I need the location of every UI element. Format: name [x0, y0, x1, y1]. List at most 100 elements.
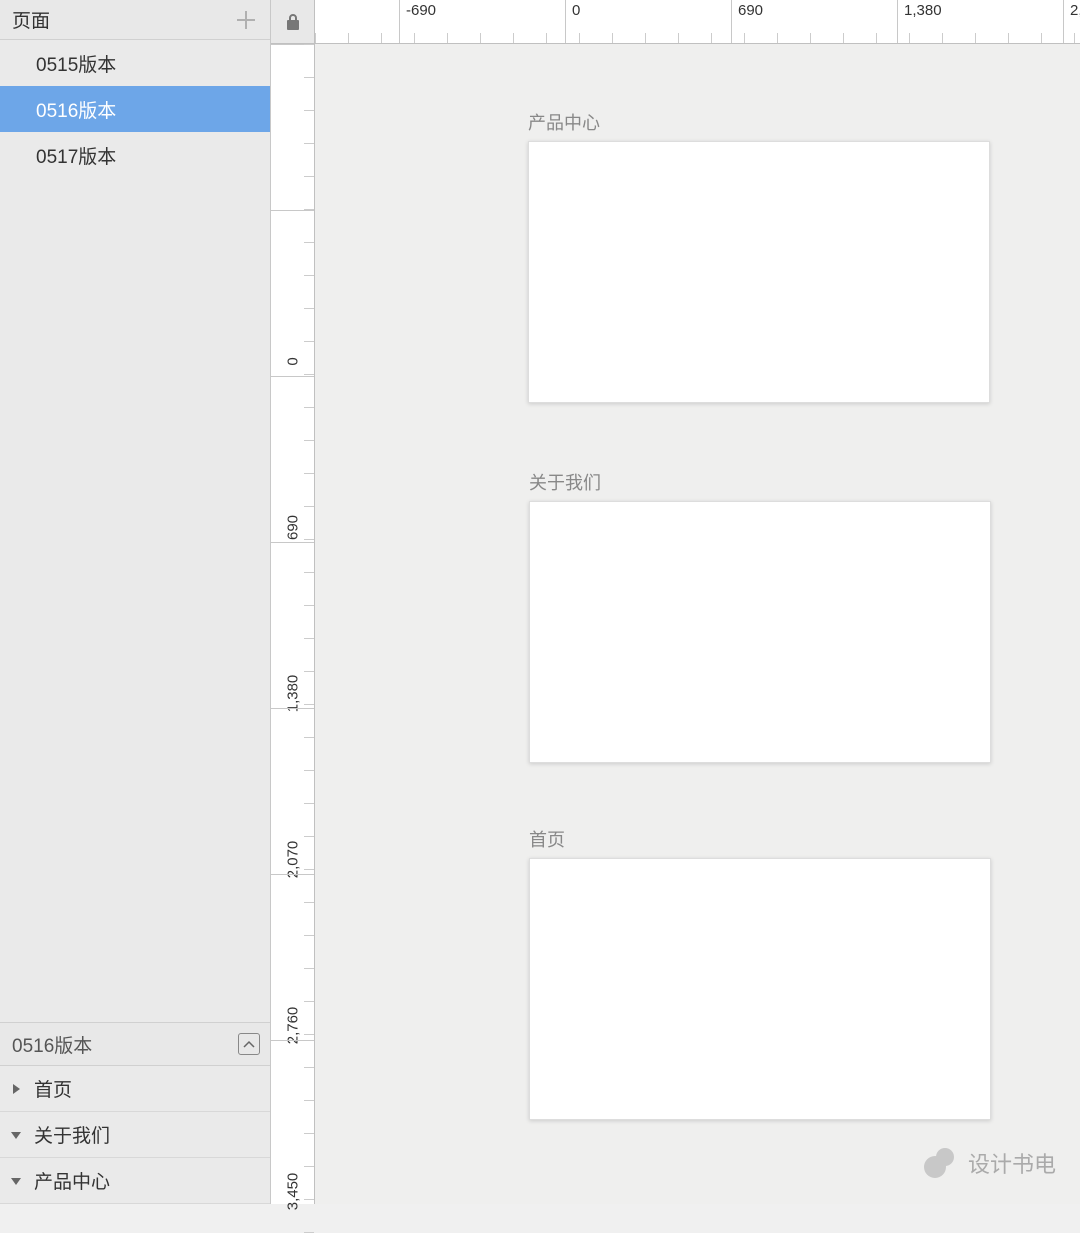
- ruler-v-minor: [304, 605, 314, 606]
- page-item-label: 0516版本: [36, 96, 116, 123]
- workspace: -69006901,3802, 06901,3802,0702,7603,450…: [271, 0, 1080, 1204]
- ruler-v-minor: [304, 704, 314, 705]
- ruler-v-minor: [304, 473, 314, 474]
- page-item-0515[interactable]: 0515版本: [0, 40, 270, 86]
- ruler-h-minor: [579, 33, 580, 43]
- ruler-v-minor: [304, 671, 314, 672]
- ruler-v-minor: [304, 836, 314, 837]
- ruler-v-minor: [304, 1001, 314, 1002]
- ruler-h-tick: -690: [399, 0, 436, 43]
- ruler-h-minor: [513, 33, 514, 43]
- layer-label: 首页: [34, 1075, 72, 1102]
- pages-panel-title: 页面: [10, 6, 50, 33]
- layers-panel-header: 0516版本: [0, 1022, 270, 1066]
- sidebar: 页面 0515版本 0516版本 0517版本 0516版本 首页 关于我们 产…: [0, 0, 271, 1204]
- ruler-v-minor: [304, 1100, 314, 1101]
- artboard-label[interactable]: 关于我们: [529, 469, 991, 495]
- overview-button[interactable]: [238, 1033, 260, 1055]
- ruler-v-minor: [304, 44, 314, 45]
- ruler-h-minor: [711, 33, 712, 43]
- ruler-h-minor: [381, 33, 382, 43]
- layer-row-home[interactable]: 首页: [0, 1066, 270, 1112]
- ruler-h-tick: 2,: [1063, 0, 1080, 43]
- ruler-h-minor: [942, 33, 943, 43]
- ruler-v-tick: 1,380: [271, 542, 314, 708]
- artboard[interactable]: [528, 141, 990, 403]
- ruler-corner[interactable]: [271, 0, 315, 44]
- ruler-h-minor: [744, 33, 745, 43]
- ruler-v-minor: [304, 869, 314, 870]
- ruler-v-minor: [304, 341, 314, 342]
- ruler-h-minor: [843, 33, 844, 43]
- ruler-v-minor: [304, 440, 314, 441]
- ruler-v-minor: [304, 374, 314, 375]
- ruler-h-minor: [480, 33, 481, 43]
- ruler-v-tick: 0: [271, 210, 314, 376]
- ruler-v-minor: [304, 572, 314, 573]
- layer-label: 产品中心: [34, 1167, 110, 1194]
- canvas[interactable]: 产品中心关于我们首页: [315, 44, 1080, 1204]
- page-item-0517[interactable]: 0517版本: [0, 132, 270, 178]
- artboard[interactable]: [529, 501, 991, 763]
- layer-label: 关于我们: [34, 1121, 110, 1148]
- ruler-v-minor: [304, 968, 314, 969]
- page-item-label: 0515版本: [36, 50, 116, 77]
- ruler-v-tick: 690: [271, 376, 314, 542]
- ruler-v-minor: [304, 1166, 314, 1167]
- ruler-h-minor: [1008, 33, 1009, 43]
- page-item-label: 0517版本: [36, 142, 116, 169]
- artboard-group[interactable]: 产品中心: [528, 109, 990, 403]
- ruler-h-minor: [315, 33, 316, 43]
- artboard-label[interactable]: 首页: [529, 826, 991, 852]
- ruler-h-minor: [1074, 33, 1075, 43]
- artboard-label[interactable]: 产品中心: [528, 109, 990, 135]
- ruler-v-minor: [304, 506, 314, 507]
- ruler-v-minor: [304, 242, 314, 243]
- ruler-horizontal[interactable]: -69006901,3802,: [315, 0, 1080, 44]
- ruler-v-tick: 2,760: [271, 874, 314, 1040]
- ruler-h-minor: [810, 33, 811, 43]
- ruler-h-minor: [348, 33, 349, 43]
- ruler-v-tick: 2,070: [271, 708, 314, 874]
- ruler-v-tick: [271, 44, 314, 210]
- triangle-down-icon: [8, 1127, 24, 1143]
- ruler-v-minor: [304, 209, 314, 210]
- ruler-v-minor: [304, 803, 314, 804]
- ruler-v-minor: [304, 539, 314, 540]
- pages-panel-header: 页面: [0, 0, 270, 40]
- chevron-up-icon: [243, 1040, 255, 1048]
- artboard-group[interactable]: 首页: [529, 826, 991, 1120]
- artboard[interactable]: [529, 858, 991, 1120]
- ruler-v-tick: 3,450: [271, 1040, 314, 1206]
- ruler-v-minor: [304, 275, 314, 276]
- ruler-h-minor: [876, 33, 877, 43]
- ruler-v-minor: [304, 143, 314, 144]
- ruler-v-minor: [304, 1034, 314, 1035]
- ruler-v-minor: [304, 935, 314, 936]
- ruler-v-minor: [304, 638, 314, 639]
- layers-panel-title: 0516版本: [12, 1031, 92, 1058]
- wechat-icon: [924, 1146, 958, 1180]
- ruler-v-minor: [304, 770, 314, 771]
- pages-gap: [0, 178, 270, 1022]
- ruler-v-minor: [304, 176, 314, 177]
- pages-list: 0515版本 0516版本 0517版本: [0, 40, 270, 178]
- ruler-v-minor: [304, 737, 314, 738]
- page-item-0516[interactable]: 0516版本: [0, 86, 270, 132]
- ruler-h-minor: [645, 33, 646, 43]
- layer-row-products[interactable]: 产品中心: [0, 1158, 270, 1204]
- ruler-v-minor: [304, 77, 314, 78]
- plus-icon: [237, 11, 255, 29]
- watermark-text: 设计书电: [968, 1147, 1056, 1179]
- ruler-v-minor: [304, 1067, 314, 1068]
- ruler-h-minor: [447, 33, 448, 43]
- ruler-v-minor: [304, 110, 314, 111]
- add-page-button[interactable]: [232, 6, 260, 34]
- watermark: 设计书电: [924, 1146, 1056, 1180]
- ruler-h-minor: [414, 33, 415, 43]
- artboard-group[interactable]: 关于我们: [529, 469, 991, 763]
- ruler-v-minor: [304, 407, 314, 408]
- layer-row-about[interactable]: 关于我们: [0, 1112, 270, 1158]
- ruler-vertical[interactable]: 06901,3802,0702,7603,450: [271, 44, 315, 1204]
- ruler-h-minor: [612, 33, 613, 43]
